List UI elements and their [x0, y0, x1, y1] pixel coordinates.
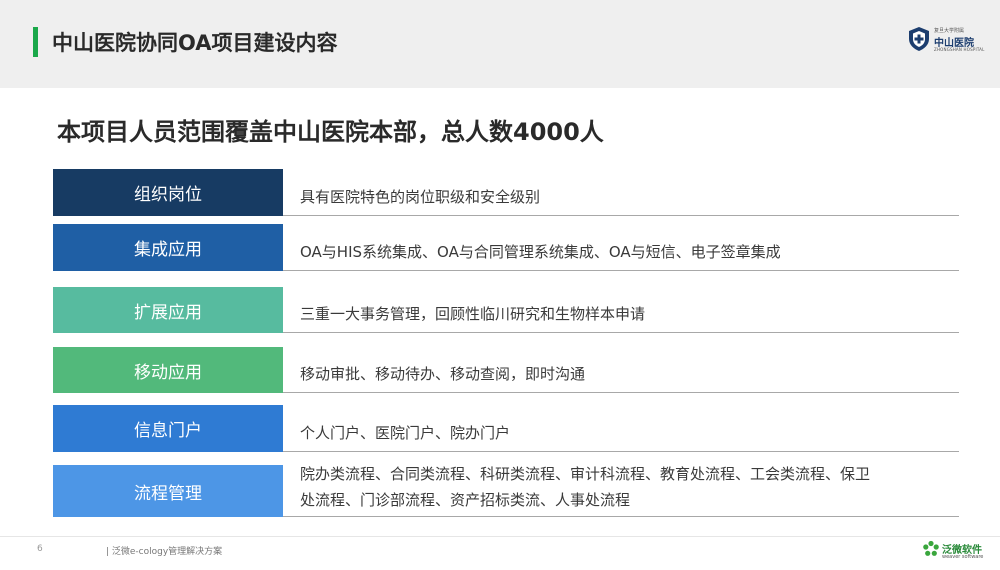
row-description: 院办类流程、合同类流程、科研类流程、审计科流程、教育处流程、工会类流程、保卫: [300, 465, 871, 483]
content-row: 移动应用 移动审批、移动待办、移动查阅，即时沟通: [53, 347, 963, 393]
row-label: 组织岗位: [53, 169, 283, 216]
page-number: 6: [37, 544, 43, 554]
content-row: 组织岗位 具有医院特色的岗位职级和安全级别: [53, 169, 963, 216]
row-description: 三重一大事务管理，回顾性临川研究和生物样本申请: [300, 305, 646, 323]
row-label: 信息门户: [53, 405, 283, 452]
row-underline: [283, 516, 959, 517]
logo-subtitle: 复旦大学附属: [934, 28, 965, 34]
content-row: 信息门户 个人门户、医院门户、院办门户: [53, 405, 963, 452]
content-row: 扩展应用 三重一大事务管理，回顾性临川研究和生物样本申请: [53, 287, 963, 333]
row-underline: [283, 392, 959, 393]
title-accent-bar: [33, 27, 38, 57]
row-description: 具有医院特色的岗位职级和安全级别: [300, 188, 541, 206]
slide-header: 中山医院协同OA项目建设内容 复旦大学附属 中山医院 ZHONGSHAN HOS…: [0, 0, 1000, 88]
hospital-shield-icon: [909, 27, 929, 51]
footer-caption: | 泛微e-cology管理解决方案: [106, 547, 223, 557]
row-description: 个人门户、医院门户、院办门户: [300, 424, 511, 442]
brand-english: weaver software: [942, 554, 984, 560]
footer-divider: [0, 536, 1000, 537]
row-label: 扩展应用: [53, 287, 283, 333]
slide-headline: 本项目人员范围覆盖中山医院本部，总人数4000人: [57, 118, 604, 146]
row-underline: [283, 270, 959, 271]
row-underline: [283, 215, 959, 216]
row-description: OA与HIS系统集成、OA与合同管理系统集成、OA与短信、电子签章集成: [300, 243, 781, 261]
content-row: 流程管理 院办类流程、合同类流程、科研类流程、审计科流程、教育处流程、工会类流程、…: [53, 465, 963, 517]
row-description: 移动审批、移动待办、移动查阅，即时沟通: [300, 365, 586, 383]
row-description: 处流程、门诊部流程、资产招标类流、人事处流程: [300, 491, 631, 509]
row-underline: [283, 332, 959, 333]
hospital-logo: 复旦大学附属 中山医院 ZHONGSHAN HOSPITAL: [908, 26, 984, 52]
logo-english: ZHONGSHAN HOSPITAL: [934, 47, 985, 52]
row-label: 流程管理: [53, 465, 283, 517]
weaver-logo: 泛微软件 weaver software: [922, 540, 984, 562]
row-label: 移动应用: [53, 347, 283, 393]
row-underline: [283, 451, 959, 452]
weaver-flower-icon: [923, 540, 939, 556]
content-row: 集成应用 OA与HIS系统集成、OA与合同管理系统集成、OA与短信、电子签章集成: [53, 224, 963, 271]
row-label: 集成应用: [53, 224, 283, 271]
page-title: 中山医院协同OA项目建设内容: [52, 31, 338, 55]
